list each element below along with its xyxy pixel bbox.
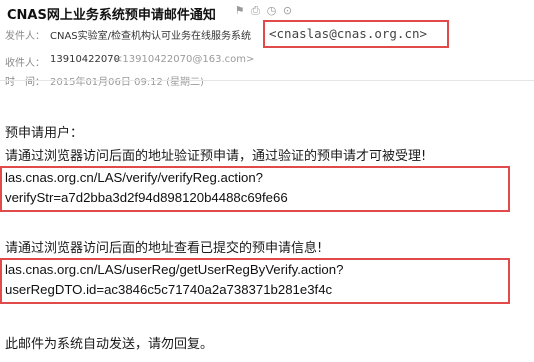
recipient-name[interactable]: 13910422070 bbox=[50, 54, 120, 65]
view-url-line1[interactable]: las.cnas.org.cn/LAS/userReg/getUserRegBy… bbox=[5, 262, 343, 277]
sender-address: <cnaslas@cnas.org.cn> bbox=[269, 26, 428, 41]
recipient-label: 收件人： bbox=[5, 58, 45, 69]
view-url-line2[interactable]: userRegDTO.id=ac3846c5c71740a2a738371b28… bbox=[5, 282, 332, 297]
email-subject: CNAS网上业务系统预申请邮件通知 bbox=[7, 8, 216, 23]
more-icon[interactable]: ⊙ bbox=[281, 4, 294, 17]
sender-address-highlight[interactable]: <cnaslas@cnas.org.cn> bbox=[263, 20, 449, 48]
instruction-view: 请通过浏览器访问后面的地址查看已提交的预申请信息! bbox=[5, 241, 323, 256]
footer-note: 此邮件为系统自动发送，请勿回复。 bbox=[5, 337, 214, 352]
email-view: CNAS网上业务系统预申请邮件通知 ⚑ ⎙ ◷ ⊙ 发件人： CNAS实验室/检… bbox=[0, 0, 534, 362]
email-header: CNAS网上业务系统预申请邮件通知 ⚑ ⎙ ◷ ⊙ 发件人： CNAS实验室/检… bbox=[0, 0, 534, 88]
clock-icon[interactable]: ◷ bbox=[265, 4, 278, 17]
greeting: 预申请用户： bbox=[5, 126, 84, 141]
sender-name[interactable]: CNAS实验室/检查机构认可业务在线服务系统 bbox=[50, 27, 251, 42]
instruction-verify: 请通过浏览器访问后面的地址验证预申请，通过验证的预申请才可被受理! bbox=[5, 149, 427, 164]
verify-url-box: las.cnas.org.cn/LAS/verify/verifyReg.act… bbox=[0, 166, 510, 212]
view-url-box: las.cnas.org.cn/LAS/userReg/getUserRegBy… bbox=[0, 258, 510, 304]
header-divider bbox=[0, 80, 534, 81]
sender-label: 发件人： bbox=[5, 31, 45, 42]
flag-icon[interactable]: ⚑ bbox=[233, 4, 246, 17]
verify-url-line1[interactable]: las.cnas.org.cn/LAS/verify/verifyReg.act… bbox=[5, 170, 263, 185]
verify-url-line2[interactable]: verifyStr=a7d2bba3d2f94d898120b4488c69fe… bbox=[5, 190, 288, 205]
header-icons: ⚑ ⎙ ◷ ⊙ bbox=[233, 4, 294, 20]
recipient-address[interactable]: <13910422070@163.com> bbox=[114, 54, 254, 65]
print-icon[interactable]: ⎙ bbox=[249, 4, 262, 17]
